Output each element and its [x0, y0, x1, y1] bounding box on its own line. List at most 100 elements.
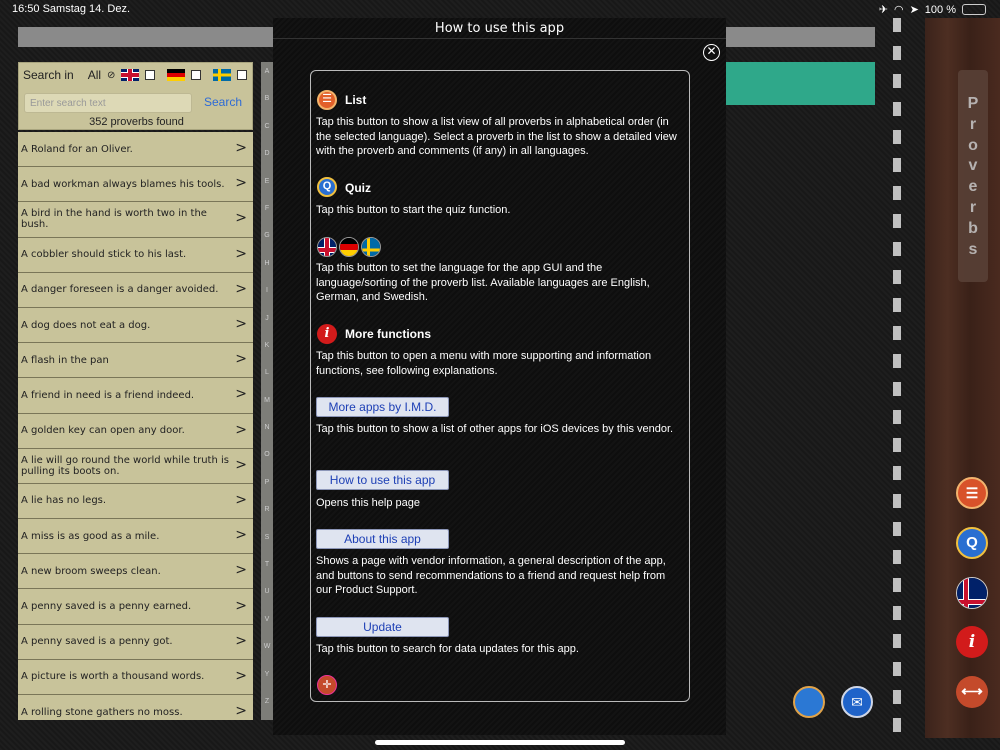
status-bar: 16:50 Samstag 14. Dez. ✈ ◠ ➤ 100 % — [0, 0, 1000, 18]
language-flags — [317, 237, 381, 257]
index-letter[interactable]: W — [261, 637, 273, 664]
list-item[interactable]: A lie will go round the world while trut… — [18, 448, 253, 484]
index-letter[interactable]: M — [261, 391, 273, 418]
help-modal: How to use this app ✕ ☰ List Tap this bu… — [273, 18, 726, 735]
help-content: ☰ List Tap this button to show a list vi… — [310, 70, 690, 702]
home-indicator[interactable] — [375, 740, 625, 745]
search-input[interactable]: Enter search text — [24, 93, 192, 113]
language-button[interactable] — [956, 577, 988, 609]
how-to-use-button[interactable]: How to use this app — [316, 470, 449, 490]
about-button[interactable]: About this app — [316, 529, 449, 549]
list-item[interactable]: A danger foreseen is a danger avoided. > — [18, 272, 253, 308]
list-item[interactable]: A flash in the pan > — [18, 343, 253, 379]
chevron-right-icon: > — [235, 316, 247, 333]
chevron-right-icon: > — [235, 245, 247, 262]
index-letter[interactable]: B — [261, 89, 273, 116]
index-letter[interactable]: Y — [261, 665, 273, 692]
status-time: 16:50 Samstag 14. Dez. — [12, 3, 131, 15]
proverb-text: A rolling stone gathers no moss. — [21, 706, 183, 718]
battery-percent: 100 % — [924, 3, 956, 16]
list-item[interactable]: A penny saved is a penny earned. > — [18, 589, 253, 625]
german-checkbox[interactable] — [191, 70, 202, 80]
how-to-use-description: Opens this help page — [316, 497, 420, 509]
update-description: Tap this button to search for data updat… — [316, 643, 579, 655]
battery-icon — [962, 4, 986, 15]
index-letter[interactable]: D — [261, 144, 273, 171]
about-description: Shows a page with vendor information, a … — [316, 555, 666, 597]
index-letter[interactable]: P — [261, 473, 273, 500]
index-letter[interactable]: G — [261, 226, 273, 253]
list-item[interactable]: A golden key can open any door. > — [18, 413, 253, 449]
swedish-flag-icon — [361, 237, 381, 257]
uk-flag-icon — [121, 69, 140, 81]
mail-icon[interactable]: ✉ — [841, 686, 873, 718]
detail-panel — [726, 62, 875, 105]
rate-button[interactable] — [793, 686, 825, 718]
index-letter[interactable]: O — [261, 445, 273, 472]
index-letter[interactable]: T — [261, 555, 273, 582]
search-panel: Search in All ⊘ Enter search text Search… — [18, 62, 253, 130]
more-apps-button[interactable]: More apps by I.M.D. — [316, 397, 449, 417]
index-letter[interactable]: R — [261, 500, 273, 527]
proverbs-tab[interactable]: Proverbs — [958, 70, 988, 282]
list-item[interactable]: A lie has no legs. > — [18, 483, 253, 520]
expand-icon[interactable]: ⟷ — [956, 676, 988, 708]
all-check-icon[interactable]: ⊘ — [107, 70, 115, 81]
german-flag-icon — [339, 237, 359, 257]
list-item[interactable]: A new broom sweeps clean. > — [18, 554, 253, 590]
stitch-divider — [893, 18, 901, 738]
proverb-text: A bad workman always blames his tools. — [21, 178, 225, 190]
expand-icon: ✛ — [317, 675, 337, 695]
index-letter[interactable]: L — [261, 363, 273, 390]
list-icon: ☰ — [317, 90, 337, 110]
list-item[interactable]: A Roland for an Oliver. > — [18, 132, 253, 168]
proverb-text: A flash in the pan — [21, 354, 109, 366]
list-description: Tap this button to show a list view of a… — [316, 116, 677, 158]
index-letter[interactable]: S — [261, 528, 273, 555]
alphabet-index[interactable]: ABCDEFGHIJKLMNOPRSTUVWYZ — [261, 62, 273, 720]
chevron-right-icon: > — [235, 492, 247, 509]
proverb-text: A cobbler should stick to his last. — [21, 249, 187, 261]
chevron-right-icon: > — [235, 140, 247, 157]
info-icon[interactable]: i — [956, 626, 988, 658]
index-letter[interactable]: V — [261, 610, 273, 637]
list-item[interactable]: A rolling stone gathers no moss. > — [18, 695, 253, 720]
close-icon[interactable]: ✕ — [703, 44, 720, 61]
list-item[interactable]: A friend in need is a friend indeed. > — [18, 378, 253, 414]
german-flag-icon — [167, 69, 186, 81]
index-letter[interactable]: H — [261, 254, 273, 281]
chevron-right-icon: > — [235, 668, 247, 685]
index-letter[interactable]: K — [261, 336, 273, 363]
proverb-text: A penny saved is a penny got. — [21, 636, 173, 648]
chevron-right-icon: > — [235, 703, 247, 720]
search-button[interactable]: Search — [204, 95, 242, 109]
more-heading: More functions — [345, 327, 431, 341]
list-item[interactable]: A bird in the hand is worth two in the b… — [18, 202, 253, 238]
index-letter[interactable]: F — [261, 199, 273, 226]
swedish-checkbox[interactable] — [237, 70, 248, 80]
index-letter[interactable]: J — [261, 309, 273, 336]
list-item[interactable]: A bad workman always blames his tools. > — [18, 167, 253, 203]
chevron-right-icon: > — [235, 562, 247, 579]
list-item[interactable]: A picture is worth a thousand words. > — [18, 659, 253, 695]
modal-title: How to use this app — [434, 21, 565, 36]
english-checkbox[interactable] — [145, 70, 156, 80]
update-button[interactable]: Update — [316, 617, 449, 637]
index-letter[interactable]: Z — [261, 692, 273, 719]
index-letter[interactable]: N — [261, 418, 273, 445]
index-letter[interactable]: E — [261, 172, 273, 199]
more-description: Tap this button to open a menu with more… — [316, 350, 652, 377]
list-item[interactable]: A cobbler should stick to his last. > — [18, 237, 253, 273]
proverb-text: A lie has no legs. — [21, 495, 107, 507]
list-item[interactable]: A penny saved is a penny got. > — [18, 624, 253, 660]
quiz-icon[interactable]: Q — [956, 527, 988, 559]
index-letter[interactable]: I — [261, 281, 273, 308]
list-item[interactable]: A dog does not eat a dog. > — [18, 307, 253, 344]
proverb-text: A picture is worth a thousand words. — [21, 671, 205, 683]
list-icon[interactable]: ☰ — [956, 477, 988, 509]
index-letter[interactable]: A — [261, 62, 273, 89]
proverb-text: A lie will go round the world while trut… — [21, 454, 229, 477]
list-item[interactable]: A miss is as good as a mile. > — [18, 519, 253, 555]
index-letter[interactable]: U — [261, 582, 273, 609]
index-letter[interactable]: C — [261, 117, 273, 144]
